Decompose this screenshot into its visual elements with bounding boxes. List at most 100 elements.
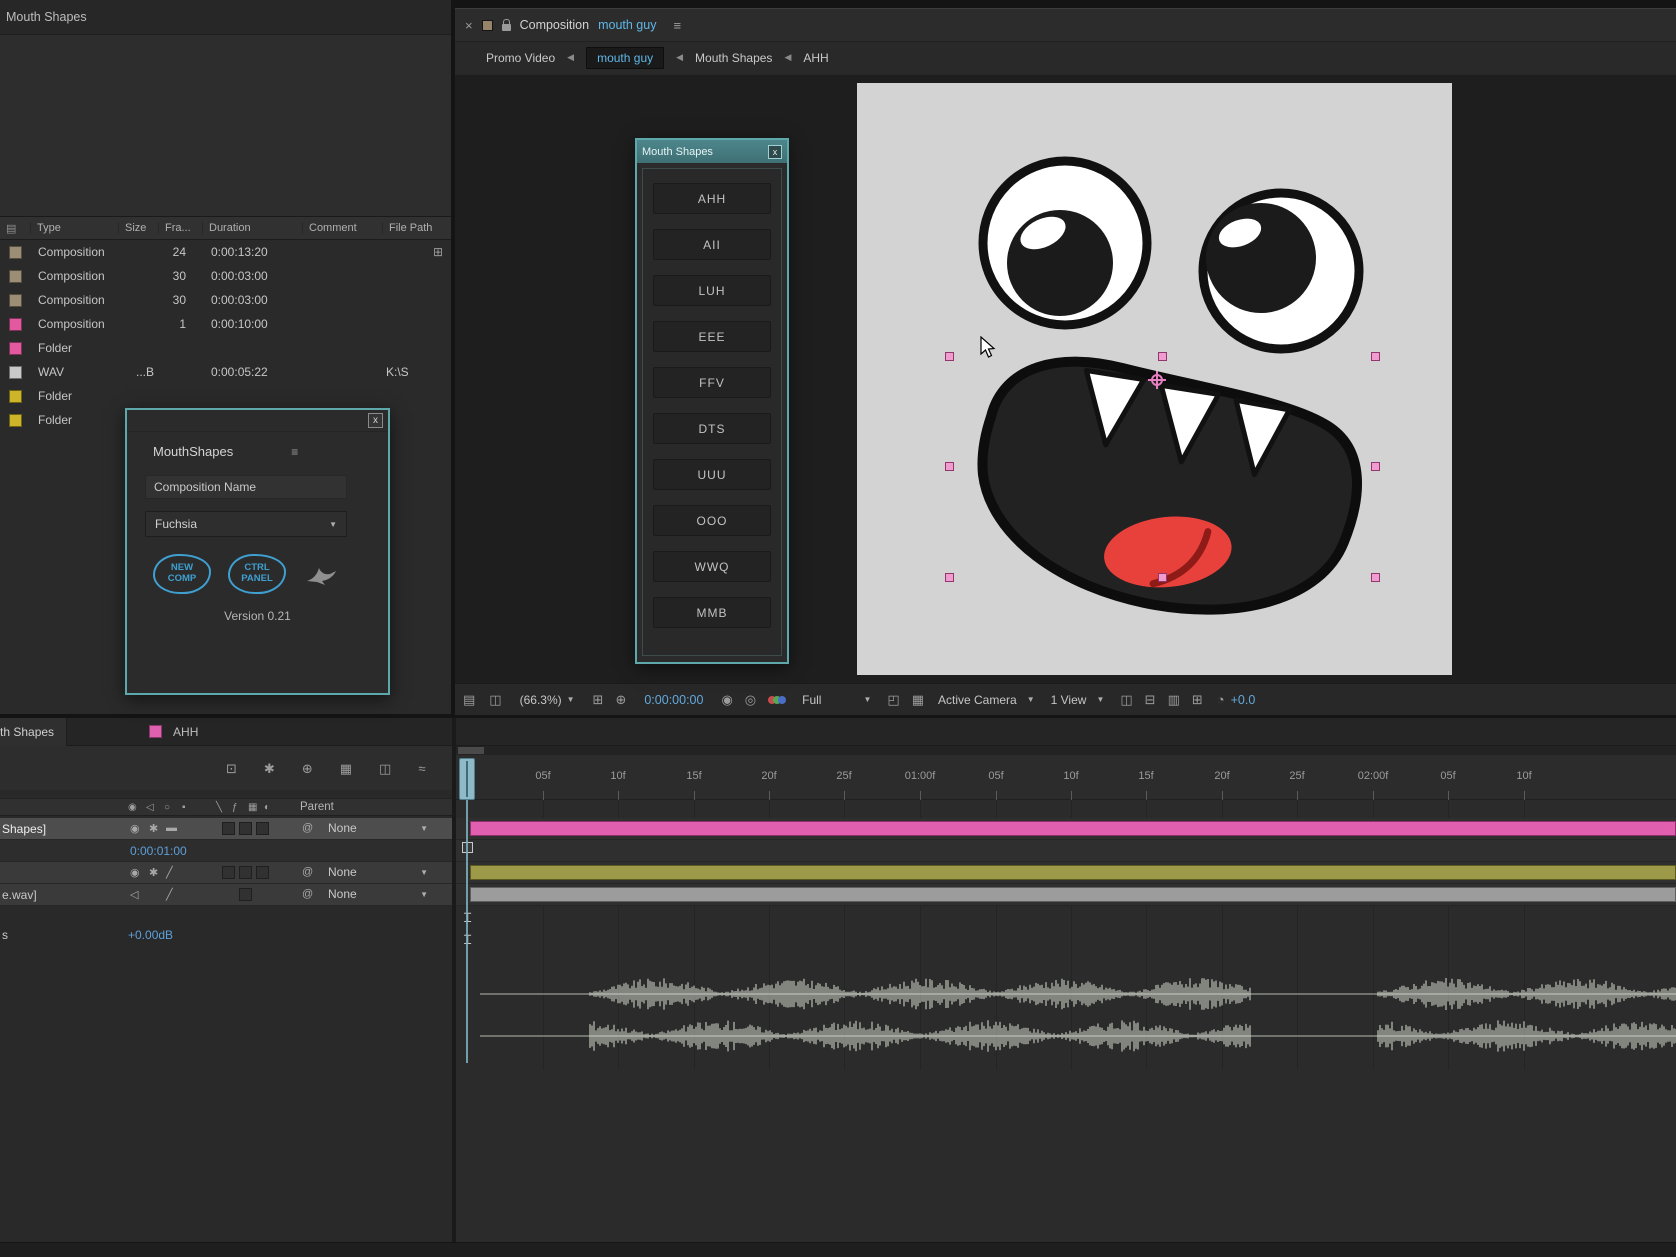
breadcrumb-item[interactable]: AHH xyxy=(803,51,828,65)
solo-column-icon[interactable]: ○ xyxy=(164,802,170,813)
parent-column-label[interactable]: Parent xyxy=(300,801,334,813)
draft-3d-icon[interactable]: ⊕ xyxy=(302,762,313,775)
comp-mini-flowchart-icon[interactable]: ⊡ xyxy=(226,762,237,775)
magnification-value[interactable]: (66.3%) xyxy=(520,693,562,707)
frame-blend-icon[interactable]: ◫ xyxy=(379,762,391,775)
quality-toggle-icon[interactable]: ╱ xyxy=(166,866,173,879)
new-comp-button[interactable]: NEW COMP xyxy=(153,554,211,594)
quality-toggle-icon[interactable]: ╱ xyxy=(166,888,173,901)
show-snapshot-icon[interactable]: ◎ xyxy=(745,693,756,706)
magnification-dropdown-icon[interactable]: ▼ xyxy=(567,695,575,704)
graph-editor-icon[interactable]: ≈ xyxy=(418,762,425,775)
reset-exposure-icon[interactable]: ◔ xyxy=(1217,693,1225,706)
close-window-icon[interactable]: x xyxy=(768,144,782,159)
layer-row[interactable]: ◉ ✱ ╱ @ None ▼ xyxy=(0,862,452,884)
col-filepath[interactable]: File Path xyxy=(382,222,451,234)
switch-box[interactable] xyxy=(239,822,252,835)
project-row[interactable]: Composition 30 0:00:03:00 xyxy=(0,288,451,312)
eye-column-icon[interactable]: ◉ xyxy=(128,802,137,813)
timeline-tab-mouth-shapes[interactable]: th Shapes xyxy=(0,717,68,746)
panel-menu-icon[interactable]: ≡ xyxy=(291,446,298,458)
mouth-shape-button[interactable]: DTS xyxy=(653,413,771,444)
safe-margins-icon[interactable]: ⊕ xyxy=(615,693,626,706)
snapshot-icon[interactable]: ◉ xyxy=(721,693,732,706)
project-row[interactable]: Composition 30 0:00:03:00 xyxy=(0,264,451,288)
resolution-value[interactable]: Full xyxy=(802,693,821,707)
lock-icon[interactable] xyxy=(501,19,511,31)
audio-column-icon[interactable]: ◁ xyxy=(146,802,154,813)
solo-toggle-icon[interactable]: ✱ xyxy=(149,866,158,879)
breadcrumb-item-active[interactable]: mouth guy xyxy=(586,46,665,69)
label-swatch[interactable] xyxy=(9,293,22,307)
selection-handle[interactable] xyxy=(945,462,954,471)
close-window-icon[interactable]: x xyxy=(368,413,383,428)
selection-handle[interactable] xyxy=(945,352,954,361)
eye-toggle-icon[interactable]: ◉ xyxy=(130,822,140,835)
project-row[interactable]: Composition 24 0:00:13:20 ⊞ xyxy=(0,240,451,264)
ctrl-panel-button[interactable]: CTRL PANEL xyxy=(228,554,286,594)
col-type[interactable]: Type xyxy=(30,222,118,234)
always-preview-icon[interactable]: ▤ xyxy=(463,693,475,706)
close-tab-icon[interactable]: × xyxy=(465,19,473,32)
audio-toggle-icon[interactable]: ◁ xyxy=(130,888,138,901)
horizontal-scrollbar[interactable] xyxy=(0,1242,1676,1257)
col-duration[interactable]: Duration xyxy=(202,222,302,234)
audio-levels-row[interactable]: s +0.00dB xyxy=(0,924,452,946)
timeline-tab-ahh[interactable]: AHH xyxy=(137,718,210,746)
label-swatch[interactable] xyxy=(9,269,22,283)
timeline-track-area[interactable]: 05f 10f 15f 20f 25f 01:00f 05f 10f 15f 20f 25f 02:0… xyxy=(456,718,1676,1257)
parent-pickwhip-icon[interactable]: @ xyxy=(302,822,313,834)
work-area-start-handle[interactable] xyxy=(458,747,484,754)
hide-shy-icon[interactable]: ▦ xyxy=(340,762,352,775)
selection-handle[interactable] xyxy=(1371,573,1380,582)
switch-box[interactable] xyxy=(222,822,235,835)
show-channel-icon[interactable] xyxy=(768,695,787,704)
layer-row-mouth-shapes[interactable]: Shapes] ◉ ✱ ▬ @ None ▼ xyxy=(0,818,452,840)
region-of-interest-icon[interactable]: ◰ xyxy=(887,693,899,706)
selection-handle[interactable] xyxy=(1158,352,1167,361)
project-row[interactable]: WAV ...B 0:00:05:22 K:\S xyxy=(0,360,451,384)
bird-icon[interactable] xyxy=(303,559,339,590)
mouth-shape-button[interactable]: AHH xyxy=(653,183,771,214)
label-swatch[interactable] xyxy=(9,341,22,355)
solo-toggle-icon[interactable]: ✱ xyxy=(149,822,158,835)
frame-blend-column-icon[interactable]: ▦ xyxy=(248,802,257,813)
project-row[interactable]: Composition 1 0:00:10:00 xyxy=(0,312,451,336)
live-update-icon[interactable]: ✱ xyxy=(264,762,275,775)
camera-dropdown-icon[interactable]: ▼ xyxy=(1027,695,1035,704)
mouth-shape-button[interactable]: MMB xyxy=(653,597,771,628)
fx-column-icon[interactable]: ƒ xyxy=(232,802,238,813)
breadcrumb-item[interactable]: Mouth Shapes xyxy=(695,51,772,65)
selection-handle[interactable] xyxy=(1158,573,1167,582)
layer-duration-bar[interactable] xyxy=(470,865,1676,880)
label-swatch[interactable] xyxy=(9,317,22,331)
grid-guides-icon[interactable]: ⊞ xyxy=(593,693,604,706)
active-comp-name[interactable]: mouth guy xyxy=(598,18,656,32)
label-toggle-icon[interactable]: ▬ xyxy=(166,822,177,834)
view-dropdown-icon[interactable]: ▼ xyxy=(1096,695,1104,704)
col-comment[interactable]: Comment xyxy=(302,222,382,234)
project-panel-tab[interactable]: Mouth Shapes xyxy=(0,0,451,35)
window-title-bar[interactable]: x xyxy=(127,410,388,432)
property-row-time-remap[interactable]: 0:00:01:00 xyxy=(0,840,452,862)
mouth-shape-button[interactable]: LUH xyxy=(653,275,771,306)
pixel-aspect-icon[interactable]: ⊟ xyxy=(1145,693,1156,706)
transparency-grid-icon[interactable]: ▦ xyxy=(912,693,924,706)
lock-column-icon[interactable]: ▪ xyxy=(182,802,186,813)
motion-blur-column-icon[interactable]: ◐ xyxy=(264,802,270,813)
project-row[interactable]: Folder xyxy=(0,336,451,360)
panel-title[interactable]: Composition xyxy=(520,18,589,32)
resolution-dropdown-icon[interactable]: ▼ xyxy=(863,695,871,704)
switch-box[interactable] xyxy=(239,888,252,901)
mouth-shape-button[interactable]: OOO xyxy=(653,505,771,536)
switch-box[interactable] xyxy=(256,866,269,879)
palette-title-bar[interactable]: Mouth Shapes x xyxy=(637,140,787,163)
property-value[interactable]: 0:00:01:00 xyxy=(130,844,187,858)
label-swatch[interactable] xyxy=(9,245,22,259)
layer-row-audio-wav[interactable]: e.wav] ◁ ╱ @ None ▼ xyxy=(0,884,452,906)
label-swatch[interactable] xyxy=(9,365,22,379)
col-frames[interactable]: Fra... xyxy=(158,222,202,234)
parent-pickwhip-icon[interactable]: @ xyxy=(302,888,313,900)
label-swatch[interactable] xyxy=(9,389,22,403)
label-column-icon[interactable]: ▤ xyxy=(0,222,30,235)
